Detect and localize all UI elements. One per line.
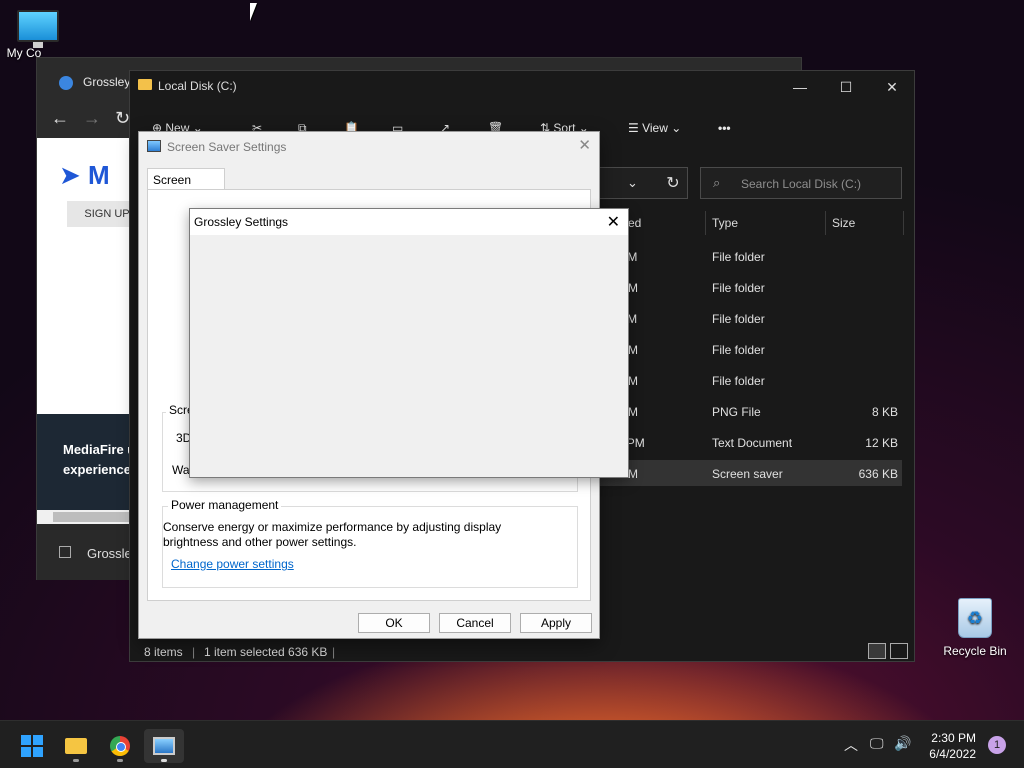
selection-info: 1 item selected 636 KB — [204, 645, 328, 659]
folder-icon — [65, 738, 87, 754]
monitor-icon — [17, 10, 59, 48]
clock-time: 2:30 PM — [931, 731, 976, 745]
maximize-button[interactable]: ☐ — [826, 74, 866, 100]
file-row[interactable]: :11 PMFile folder — [600, 305, 902, 331]
search-box[interactable]: ⌕ Search Local Disk (C:) — [700, 167, 902, 199]
column-header-size[interactable]: Size — [826, 211, 904, 235]
column-header-type[interactable]: Type — [706, 211, 826, 235]
desktop-icon-label: Recycle Bin — [943, 644, 1007, 658]
status-bar: 8 items | 1 item selected 636 KB | — [130, 641, 914, 663]
file-row[interactable]: :19 PMFile folder — [600, 274, 902, 300]
windows-logo-icon — [21, 735, 43, 757]
screen-saver-icon — [153, 737, 175, 755]
file-row[interactable]: :25 PMFile folder — [600, 367, 902, 393]
running-indicator — [161, 759, 167, 762]
tab-screen-saver[interactable]: Screen Saver — [147, 168, 225, 201]
mediafire-favicon-icon — [59, 76, 73, 90]
chevron-up-icon[interactable]: ︿ — [844, 735, 858, 755]
search-icon: ⌕ — [713, 175, 721, 190]
running-indicator — [73, 759, 79, 762]
back-arrow-icon[interactable]: ← — [51, 108, 69, 129]
desktop-icon-my-computer[interactable]: My Co — [6, 10, 70, 60]
taskbar-screen-saver[interactable] — [144, 729, 184, 763]
close-icon[interactable]: ✕ — [578, 136, 591, 154]
grossley-settings-window[interactable]: Grossley Settings ✕ — [189, 208, 629, 478]
minimize-button[interactable]: — — [780, 74, 820, 100]
dialog-title: Screen Saver Settings — [167, 140, 287, 154]
notification-badge[interactable]: 1 — [988, 736, 1006, 754]
promo-line-1: MediaFire u — [63, 442, 136, 457]
running-indicator — [117, 759, 123, 762]
recycle-bin-icon: ♻ — [958, 598, 992, 638]
power-management-description: Conserve energy or maximize performance … — [163, 520, 502, 549]
taskbar-chrome[interactable] — [100, 729, 140, 763]
grossley-settings-title: Grossley Settings — [194, 215, 289, 229]
file-row[interactable]: 0:47 PMText Document12 KB — [600, 429, 902, 455]
details-view-icon[interactable] — [868, 643, 886, 659]
file-row[interactable]: :10 AMFile folder — [600, 243, 902, 269]
search-placeholder: Search Local Disk (C:) — [741, 177, 862, 191]
chrome-icon — [110, 736, 130, 756]
refresh-icon[interactable]: ↻ — [658, 167, 688, 199]
start-button[interactable] — [12, 729, 52, 763]
reload-icon[interactable]: ↻ — [115, 108, 130, 129]
chevron-down-icon[interactable]: ⌄ — [627, 175, 638, 191]
file-icon — [59, 546, 71, 558]
column-header-modified[interactable]: ed — [622, 211, 706, 235]
taskbar-file-explorer[interactable] — [56, 729, 96, 763]
volume-icon[interactable]: 🔊 — [894, 735, 911, 752]
more-options-button[interactable]: ••• — [718, 121, 731, 135]
network-icon[interactable]: 🖵 — [870, 735, 884, 752]
status-divider: | — [192, 645, 196, 659]
close-icon[interactable]: ✕ — [607, 212, 620, 232]
file-row[interactable]: :07 PMFile folder — [600, 336, 902, 362]
view-button[interactable]: ☰ View ⌄ — [628, 121, 681, 135]
close-button[interactable]: ✕ — [872, 74, 912, 100]
power-management-label: Power management — [168, 498, 282, 512]
explorer-title: Local Disk (C:) — [158, 79, 237, 93]
ok-button[interactable]: OK — [358, 613, 430, 633]
mouse-cursor-icon — [250, 3, 257, 21]
cancel-button[interactable]: Cancel — [439, 613, 511, 633]
grossley-settings-titlebar: Grossley Settings ✕ — [190, 209, 628, 235]
file-row-selected[interactable]: :28 PMScreen saver636 KB — [600, 460, 902, 486]
file-row[interactable]: :28 PMPNG File8 KB — [600, 398, 902, 424]
item-count: 8 items — [144, 645, 183, 659]
desktop-icon-recycle-bin[interactable]: ♻ Recycle Bin — [942, 598, 1008, 658]
change-power-settings-link[interactable]: Change power settings — [171, 557, 294, 571]
system-clock[interactable]: 2:30 PM 6/4/2022 — [929, 730, 976, 762]
tiles-view-icon[interactable] — [890, 643, 908, 659]
apply-button[interactable]: Apply — [520, 613, 592, 633]
mediafire-logo: ➤ M — [59, 160, 110, 190]
promo-line-2: experience. — [63, 462, 135, 477]
taskbar: ︿ 🖵 🔊 2:30 PM 6/4/2022 1 — [0, 720, 1024, 768]
status-divider: | — [332, 645, 336, 659]
forward-arrow-icon[interactable]: → — [83, 108, 101, 129]
drive-icon — [138, 79, 152, 90]
browser-tab-title[interactable]: Grossley — [83, 75, 130, 89]
screen-saver-icon — [147, 140, 161, 152]
clock-date: 6/4/2022 — [929, 747, 976, 761]
